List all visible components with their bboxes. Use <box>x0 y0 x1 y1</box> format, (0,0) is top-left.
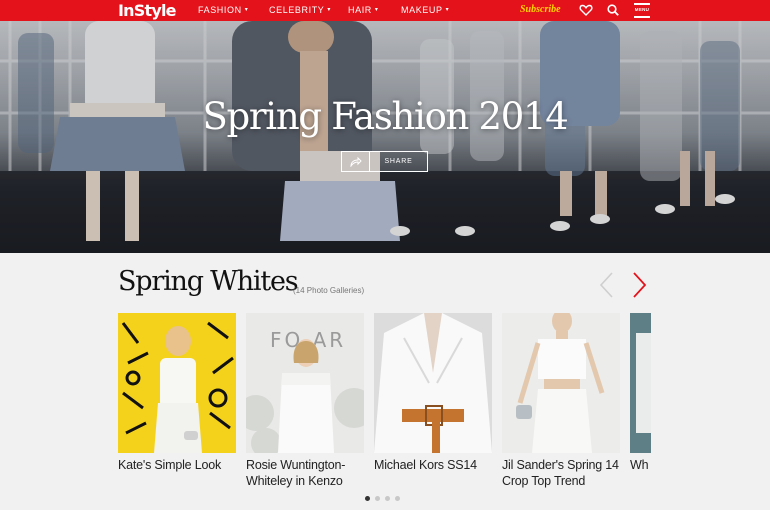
carousel-prev-arrow-icon[interactable] <box>598 270 616 300</box>
gallery-thumbnail <box>630 313 651 453</box>
share-label: SHARE <box>384 158 413 165</box>
gallery-caption: Rosie Wuntington-Whiteley in Kenzo <box>246 458 346 488</box>
gallery-caption: Michael Kors SS14 <box>374 458 477 472</box>
gallery-card[interactable]: Michael Kors SS14 <box>374 313 492 473</box>
subscribe-link[interactable]: Subscribe <box>520 4 561 15</box>
caret-down-icon: ▾ <box>445 7 450 13</box>
nav-item-hair[interactable]: HAIR ▾ <box>348 5 379 16</box>
gallery-thumbnail <box>118 313 236 453</box>
search-icon[interactable] <box>606 3 620 17</box>
instyle-logo[interactable]: InStyle <box>118 1 176 20</box>
hero-title: Spring Fashion 2014 <box>202 95 568 138</box>
share-arrow-icon <box>342 152 370 171</box>
carousel-pager <box>365 496 400 501</box>
caret-down-icon: ▾ <box>244 7 249 13</box>
gallery-thumbnail <box>374 313 492 453</box>
gallery-thumbnail: FO AR <box>246 313 364 453</box>
heart-icon[interactable] <box>579 3 593 17</box>
pager-dot[interactable] <box>375 496 380 501</box>
gallery-card[interactable]: Kate's Simple Look <box>118 313 236 473</box>
gallery-caption: Jil Sander's Spring 14 Crop Top Trend <box>502 458 619 488</box>
gallery-card[interactable]: Jil Sander's Spring 14 Crop Top Trend <box>502 313 620 489</box>
nav-item-celebrity[interactable]: CELEBRITY ▾ <box>269 5 331 16</box>
gallery-caption: Kate's Simple Look <box>118 458 222 472</box>
nav-item-makeup[interactable]: MAKEUP ▾ <box>401 5 449 16</box>
nav-item-fashion[interactable]: FASHION ▾ <box>198 5 248 16</box>
caret-down-icon: ▾ <box>327 7 332 13</box>
caret-down-icon: ▾ <box>374 7 379 13</box>
share-button[interactable]: SHARE <box>341 151 428 172</box>
hamburger-menu-icon[interactable]: MENU <box>632 1 652 20</box>
pager-dot-active[interactable] <box>365 496 370 501</box>
gallery-thumbnail <box>502 313 620 453</box>
gallery-card[interactable]: Wh <box>630 313 651 473</box>
nav-item-label: MAKEUP <box>401 5 443 15</box>
pager-dot[interactable] <box>395 496 400 501</box>
carousel-next-arrow-icon[interactable] <box>630 270 648 300</box>
gallery-caption: Wh <box>630 458 649 472</box>
pager-dot[interactable] <box>385 496 390 501</box>
gallery-count: (14 Photo Galleries) <box>293 286 365 295</box>
top-nav-bar: InStyle FASHION ▾ CELEBRITY ▾ HAIR ▾ MAKEUP… <box>0 0 770 21</box>
menu-label: MENU <box>634 7 650 12</box>
hero-banner[interactable]: Spring Fashion 2014 SHARE <box>0 21 770 253</box>
section-title: Spring Whites <box>118 266 299 297</box>
nav-item-label: HAIR <box>348 5 372 15</box>
nav-item-label: CELEBRITY <box>269 5 325 15</box>
nav-item-label: FASHION <box>198 5 242 15</box>
gallery-card[interactable]: FO AR Rosie Wuntington-Whiteley in Kenzo <box>246 313 364 489</box>
